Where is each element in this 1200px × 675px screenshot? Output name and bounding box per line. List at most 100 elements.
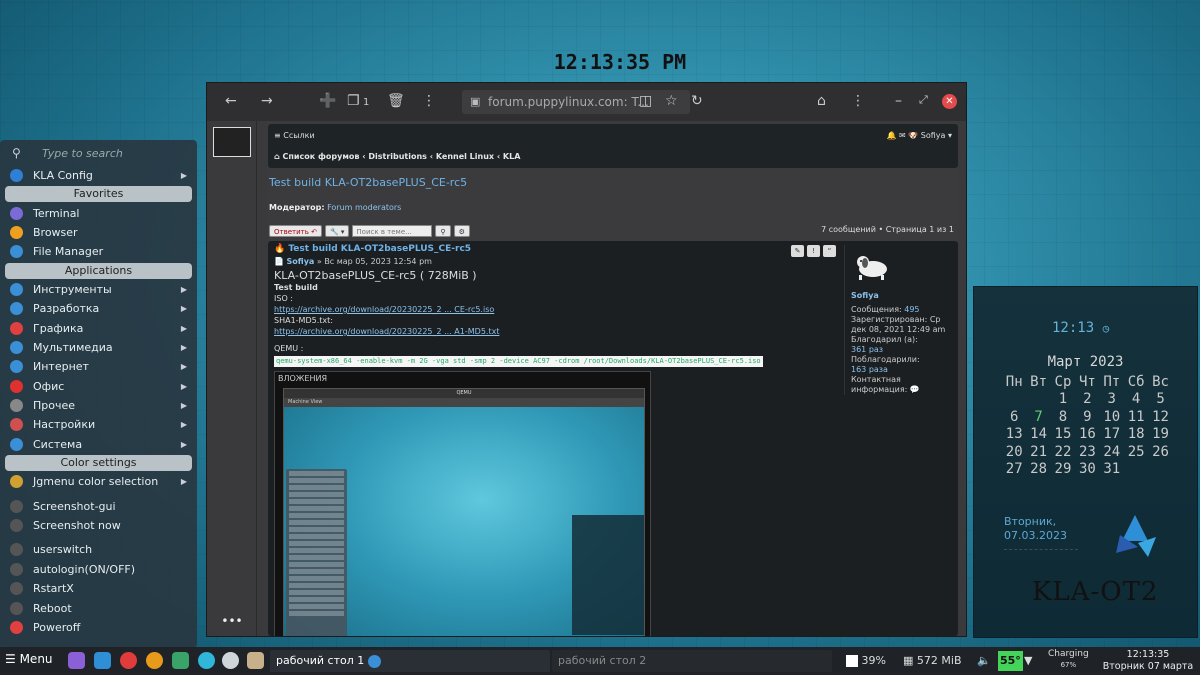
links-menu[interactable]: ≡ Ссылки — [274, 131, 315, 140]
tab-thumbnail[interactable] — [213, 127, 251, 157]
breadcrumb-distributions[interactable]: Distributions — [368, 152, 427, 161]
reply-button[interactable]: Ответить ↶ — [269, 225, 322, 237]
calendar-day[interactable]: 8 — [1051, 408, 1075, 426]
post-title[interactable]: 🔥 Test build KLA-OT2basePLUS_CE-rc5 — [274, 244, 471, 254]
menu-item[interactable]: Мультимедиа ▶ — [0, 338, 197, 357]
menu-item[interactable]: Jgmenu color selection ▶ — [0, 472, 197, 491]
iso-link[interactable]: https://archive.org/download/20230225_2 … — [274, 305, 494, 314]
menu-button[interactable]: ☰ Menu — [5, 652, 53, 666]
menu-item[interactable]: KLA Config ▶ — [0, 166, 197, 185]
menu-item[interactable]: userswitch — [0, 540, 197, 559]
calendar-day[interactable] — [1124, 461, 1148, 479]
menu-item[interactable]: Настройки ▶ — [0, 415, 197, 434]
author-name[interactable]: Sofiya — [851, 291, 956, 301]
menu-item[interactable]: Screenshot-gui — [0, 496, 197, 515]
calendar-day[interactable]: 12 — [1148, 408, 1172, 426]
menu-item[interactable]: Screenshot now — [0, 516, 197, 535]
restore-icon[interactable]: ⤢ — [919, 93, 928, 107]
calendar-day[interactable]: 23 — [1075, 443, 1099, 461]
calendar-day[interactable]: 31 — [1100, 461, 1124, 479]
sha-link[interactable]: https://archive.org/download/20230225_2 … — [274, 327, 499, 336]
calendar-day[interactable]: 4 — [1124, 391, 1148, 409]
package-icon[interactable] — [172, 652, 189, 669]
menu-item[interactable]: Reboot — [0, 598, 197, 617]
calendar-day[interactable]: 16 — [1075, 426, 1099, 444]
calendar-day[interactable] — [1026, 391, 1050, 409]
calendar-day[interactable]: 9 — [1075, 408, 1099, 426]
more-tabs-icon[interactable]: ••• — [207, 614, 257, 628]
calendar-day[interactable]: 14 — [1026, 426, 1050, 444]
calendar-day[interactable]: 29 — [1051, 461, 1075, 479]
calendar-day[interactable]: 2 — [1075, 391, 1099, 409]
calendar-day[interactable]: 25 — [1124, 443, 1148, 461]
menu-item[interactable]: Browser — [0, 223, 197, 242]
calendar-day[interactable]: 17 — [1100, 426, 1124, 444]
menu-item[interactable]: Офис ▶ — [0, 377, 197, 396]
quote-icon[interactable]: “ — [823, 245, 836, 257]
volume-icon[interactable]: 🔈 — [977, 651, 991, 671]
search-icon[interactable]: ⚲ — [435, 225, 451, 237]
home-icon[interactable]: ⌂ — [817, 93, 826, 109]
breadcrumb-forums[interactable]: Список форумов — [283, 152, 360, 161]
calendar-day[interactable]: 18 — [1124, 426, 1148, 444]
attachment-image[interactable]: QEMU Machine View — [283, 388, 645, 636]
gear-icon[interactable]: ⚙ — [453, 225, 470, 237]
calendar-day[interactable]: 24 — [1100, 443, 1124, 461]
network-icon[interactable]: ▼ — [1024, 651, 1032, 671]
desktop-1-task[interactable]: рабочий стол 1 — [270, 650, 550, 672]
new-tab-icon[interactable]: ➕ — [319, 93, 336, 109]
calendar-day[interactable]: 10 — [1100, 408, 1124, 426]
charging-status[interactable]: Charging 67% — [1048, 649, 1089, 671]
calendar-day[interactable]: 3 — [1100, 391, 1124, 409]
calendar-day[interactable]: 26 — [1148, 443, 1172, 461]
address-bar[interactable]: ▣ forum.puppylinux.com: T... — [462, 90, 690, 114]
calendar-day[interactable]: 13 — [1002, 426, 1026, 444]
calendar-day[interactable]: 5 — [1148, 391, 1172, 409]
menu-item[interactable]: File Manager — [0, 242, 197, 261]
puppy-icon[interactable] — [222, 652, 239, 669]
browser-icon[interactable] — [146, 652, 163, 669]
calendar-day[interactable]: 15 — [1051, 426, 1075, 444]
back-icon[interactable]: ← — [225, 93, 237, 109]
taskbar-clock[interactable]: 12:13:35 Вторник 07 марта — [1098, 649, 1198, 673]
topic-search-input[interactable]: Поиск в теме... — [352, 225, 433, 237]
calendar-day[interactable]: 30 — [1075, 461, 1099, 479]
bookmark-star-icon[interactable]: ☆ — [665, 93, 678, 109]
breadcrumb-kla[interactable]: KLA — [503, 152, 521, 161]
memory-status[interactable]: ▦ 572 MiB — [903, 651, 962, 671]
terminal-icon[interactable] — [68, 652, 85, 669]
menu-item[interactable]: Интернет ▶ — [0, 357, 197, 376]
files-icon[interactable] — [94, 652, 111, 669]
calendar-day[interactable]: 6 — [1002, 408, 1026, 426]
desktop-2-task[interactable]: рабочий стол 2 — [552, 650, 832, 672]
user-menu[interactable]: 🔔 ✉ 🐶 Sofiya ▾ — [887, 131, 952, 140]
menu-item[interactable]: Графика ▶ — [0, 318, 197, 337]
menu-item[interactable]: Разработка ▶ — [0, 299, 197, 318]
grid-icon[interactable] — [247, 652, 264, 669]
menu-item[interactable]: Прочее ▶ — [0, 396, 197, 415]
menu-item[interactable]: Terminal — [0, 203, 197, 222]
menu-item[interactable]: Poweroff — [0, 618, 197, 637]
menu-item[interactable]: autologin(ON/OFF) — [0, 560, 197, 579]
close-icon[interactable]: ✕ — [942, 94, 957, 109]
calendar-day[interactable]: 7 — [1026, 408, 1050, 426]
trash-icon[interactable]: 🗑 — [387, 93, 405, 109]
tools-button[interactable]: 🔧 ▾ — [324, 225, 350, 237]
calendar-day[interactable]: 27 — [1002, 461, 1026, 479]
cherry-icon[interactable] — [120, 652, 137, 669]
minimize-icon[interactable]: – — [895, 93, 902, 109]
battery-status[interactable]: 39% — [846, 651, 886, 671]
menu-item[interactable]: Инструменты ▶ — [0, 280, 197, 299]
reload-icon[interactable]: ↻ — [691, 93, 703, 109]
breadcrumb-kennel[interactable]: Kennel Linux — [436, 152, 494, 161]
edit-icon[interactable]: ✎ — [791, 245, 804, 257]
calendar-day[interactable] — [1002, 391, 1026, 409]
calendar-day[interactable]: 11 — [1124, 408, 1148, 426]
settings-icon[interactable] — [198, 652, 215, 669]
calendar-day[interactable]: 28 — [1026, 461, 1050, 479]
more-icon[interactable]: ⋮ — [422, 93, 436, 109]
calendar-day[interactable]: 21 — [1026, 443, 1050, 461]
tabs-icon[interactable]: ❐ — [347, 93, 360, 109]
report-icon[interactable]: ! — [807, 245, 820, 257]
temperature[interactable]: 55° — [998, 651, 1023, 671]
